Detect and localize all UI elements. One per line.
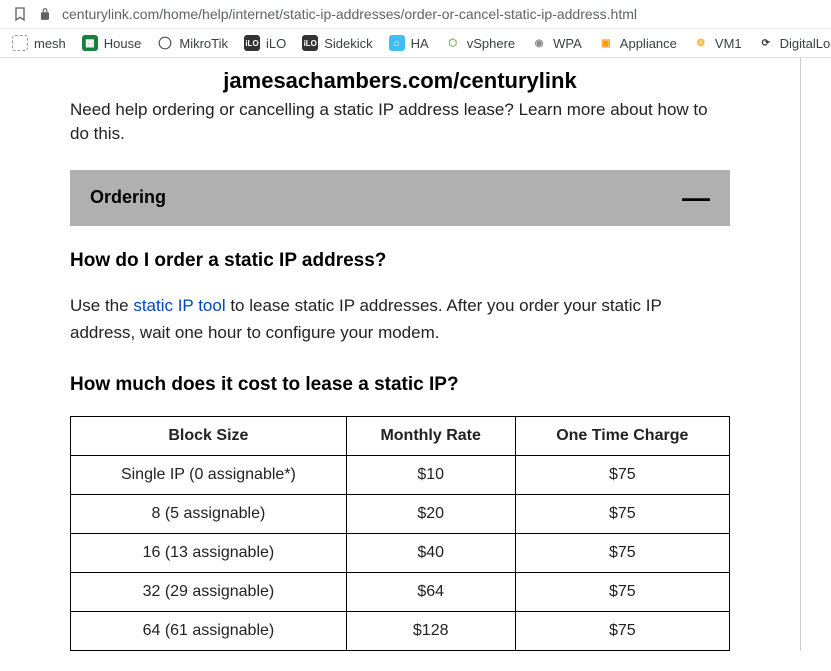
bookmark-ilo[interactable]: iLO iLO — [244, 35, 286, 51]
section-heading-cost: How much does it cost to lease a static … — [70, 374, 730, 396]
intro-text: Need help ordering or cancelling a stati… — [70, 98, 730, 146]
bookmark-vsphere[interactable]: ⬡ vSphere — [445, 35, 515, 51]
cell-block: 32 (29 assignable) — [71, 572, 347, 611]
th-one-time: One Time Charge — [515, 416, 729, 455]
bookmark-wpa[interactable]: ◉ WPA — [531, 35, 582, 51]
section-heading-order: How do I order a static IP address? — [70, 250, 730, 272]
bookmarks-bar: mesh ▦ House MikroTik iLO iLO iLO Sideki… — [0, 28, 831, 57]
bookmark-label: Appliance — [620, 36, 677, 51]
cell-onetime: $75 — [515, 572, 729, 611]
bookmark-label: VM1 — [715, 36, 742, 51]
th-block-size: Block Size — [71, 416, 347, 455]
cell-monthly: $20 — [346, 494, 515, 533]
table-header-row: Block Size Monthly Rate One Time Charge — [71, 416, 730, 455]
cell-block: 64 (61 assignable) — [71, 611, 347, 650]
bookmark-house[interactable]: ▦ House — [82, 35, 142, 51]
lock-icon — [38, 7, 52, 21]
cell-block: Single IP (0 assignable*) — [71, 455, 347, 494]
bookmark-label: DigitalLoggers — [780, 36, 831, 51]
bookmark-label: vSphere — [467, 36, 515, 51]
vsphere-icon: ⬡ — [445, 35, 461, 51]
bookmark-label: WPA — [553, 36, 582, 51]
address-bar: centurylink.com/home/help/internet/stati… — [0, 0, 831, 28]
cell-onetime: $75 — [515, 611, 729, 650]
accordion-ordering[interactable]: Ordering — — [70, 170, 730, 226]
cell-monthly: $128 — [346, 611, 515, 650]
accordion-title: Ordering — [90, 187, 166, 208]
cell-monthly: $64 — [346, 572, 515, 611]
bookmark-appliance[interactable]: ▣ Appliance — [598, 35, 677, 51]
section1-body: Use the static IP tool to lease static I… — [70, 292, 730, 346]
mikrotik-icon — [157, 35, 173, 51]
ha-icon: ⌂ — [389, 35, 405, 51]
bookmark-label: MikroTik — [179, 36, 228, 51]
cell-block: 8 (5 assignable) — [71, 494, 347, 533]
house-icon: ▦ — [82, 35, 98, 51]
vm1-icon: ⚙ — [693, 35, 709, 51]
text-pre: Use the — [70, 296, 133, 315]
table-row: 64 (61 assignable) $128 $75 — [71, 611, 730, 650]
url-text[interactable]: centurylink.com/home/help/internet/stati… — [62, 6, 819, 22]
sidekick-icon: iLO — [302, 35, 318, 51]
bookmark-sidekick[interactable]: iLO Sidekick — [302, 35, 372, 51]
cell-onetime: $75 — [515, 494, 729, 533]
th-monthly-rate: Monthly Rate — [346, 416, 515, 455]
cell-monthly: $40 — [346, 533, 515, 572]
bookmark-vm1[interactable]: ⚙ VM1 — [693, 35, 742, 51]
bookmark-mesh[interactable]: mesh — [12, 35, 66, 51]
wpa-icon: ◉ — [531, 35, 547, 51]
bookmark-icon[interactable] — [12, 6, 28, 22]
bookmark-label: iLO — [266, 36, 286, 51]
page-content: jamesachambers.com/centurylink Need help… — [0, 58, 831, 651]
mesh-icon — [12, 35, 28, 51]
watermark-text: jamesachambers.com/centurylink — [70, 58, 730, 98]
cell-monthly: $10 — [346, 455, 515, 494]
bookmark-mikrotik[interactable]: MikroTik — [157, 35, 228, 51]
table-row: 8 (5 assignable) $20 $75 — [71, 494, 730, 533]
cell-onetime: $75 — [515, 533, 729, 572]
table-row: Single IP (0 assignable*) $10 $75 — [71, 455, 730, 494]
digitalloggers-icon: ⟳ — [758, 35, 774, 51]
ilo-icon: iLO — [244, 35, 260, 51]
bookmark-label: House — [104, 36, 142, 51]
bookmark-digitalloggers[interactable]: ⟳ DigitalLoggers — [758, 35, 831, 51]
cell-block: 16 (13 assignable) — [71, 533, 347, 572]
table-row: 16 (13 assignable) $40 $75 — [71, 533, 730, 572]
table-row: 32 (29 assignable) $64 $75 — [71, 572, 730, 611]
bookmark-label: HA — [411, 36, 429, 51]
pricing-table: Block Size Monthly Rate One Time Charge … — [70, 416, 730, 651]
browser-chrome: centurylink.com/home/help/internet/stati… — [0, 0, 831, 58]
static-ip-tool-link[interactable]: static IP tool — [133, 296, 225, 315]
bookmark-label: mesh — [34, 36, 66, 51]
cell-onetime: $75 — [515, 455, 729, 494]
bookmark-ha[interactable]: ⌂ HA — [389, 35, 429, 51]
minus-icon: — — [682, 184, 710, 212]
appliance-icon: ▣ — [598, 35, 614, 51]
bookmark-label: Sidekick — [324, 36, 372, 51]
